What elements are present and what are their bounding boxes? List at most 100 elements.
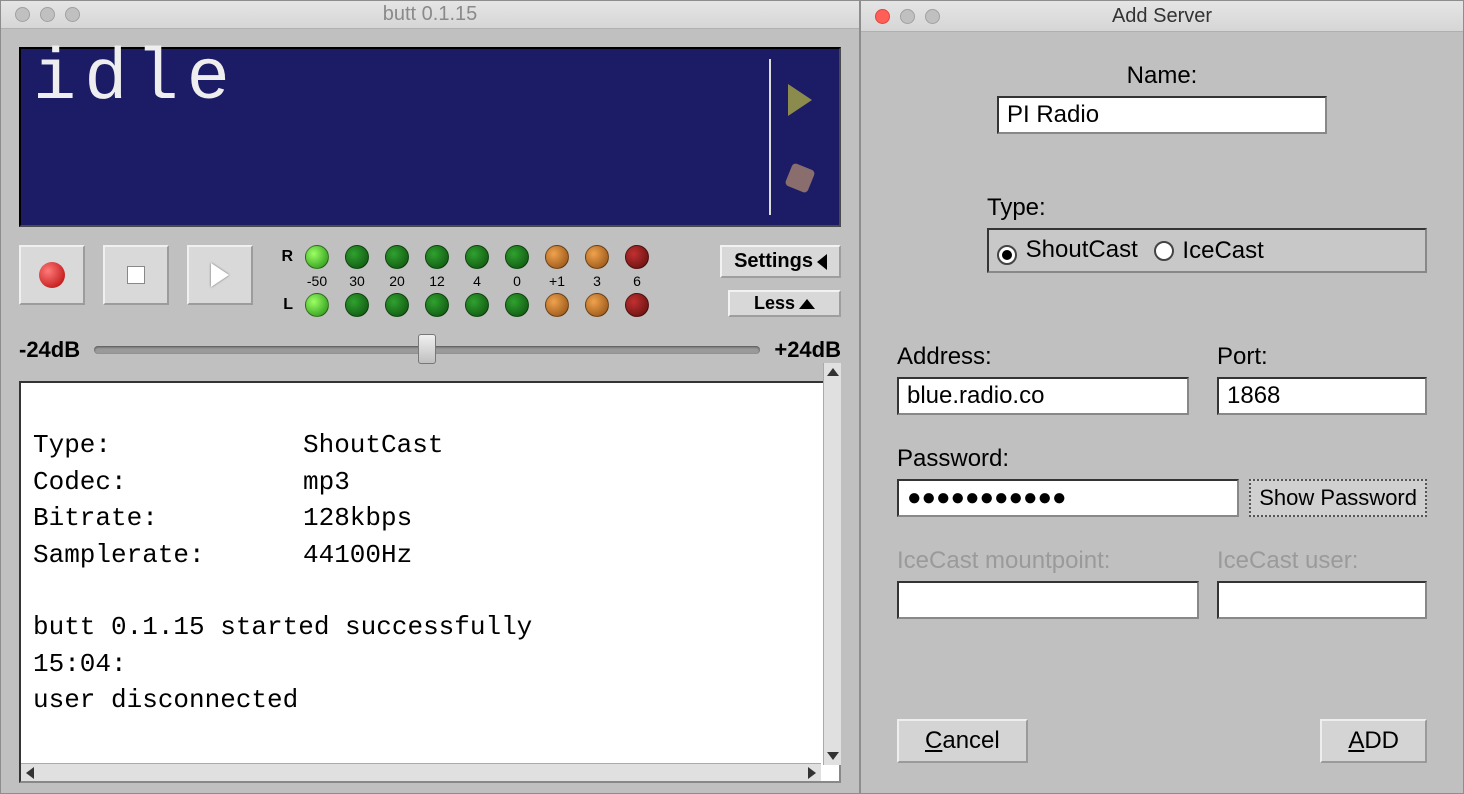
mountpoint-input[interactable] [897,581,1199,619]
meter-tick: 20 [379,273,415,289]
gain-min-label: -24dB [19,337,80,363]
gain-max-label: +24dB [774,337,841,363]
scroll-right-icon[interactable] [803,764,821,782]
log-val: 128kbps [303,500,809,536]
led-icon [585,245,609,269]
lcd-indicators [769,59,829,215]
close-icon[interactable] [15,7,30,22]
level-meter: R -50 30 20 12 4 0 +1 3 6 L [271,245,655,317]
add-button[interactable]: ADD [1320,719,1427,763]
log-key: Type: [33,427,303,463]
led-icon [625,245,649,269]
shoutcast-radio[interactable]: ShoutCast [997,236,1138,265]
led-icon [305,245,329,269]
led-icon [465,245,489,269]
log-line: butt 0.1.15 started successfully [33,612,532,642]
log-key: Bitrate: [33,500,303,536]
log-val: 44100Hz [303,537,809,573]
shoutcast-label: ShoutCast [1026,236,1138,263]
record-indicator-icon [784,162,815,193]
led-icon [545,245,569,269]
log-val: ShoutCast [303,427,809,463]
show-password-button[interactable]: Show Password [1249,479,1427,517]
minimize-icon[interactable] [900,9,915,24]
minimize-icon[interactable] [40,7,55,22]
add-server-dialog: Add Server Name: Type: ShoutCast IceCast… [860,0,1464,794]
slider-thumb-icon[interactable] [418,334,436,364]
scroll-left-icon[interactable] [21,764,39,782]
led-icon [585,293,609,317]
led-icon [505,245,529,269]
less-label: Less [754,293,795,314]
dialog-title: Add Server [861,5,1463,28]
meter-tick: 3 [579,273,615,289]
play-indicator-icon [788,84,812,116]
less-button[interactable]: Less [728,290,841,317]
gain-slider[interactable] [94,346,760,354]
meter-tick: 4 [459,273,495,289]
icecast-user-input[interactable] [1217,581,1427,619]
traffic-lights [875,9,940,24]
dialog-titlebar: Add Server [861,1,1463,32]
settings-label: Settings [734,250,813,273]
icecast-user-label: IceCast user: [1217,547,1427,575]
h-scrollbar[interactable] [21,763,821,781]
cancel-u: C [925,727,942,754]
main-window-title: butt 0.1.15 [1,3,859,26]
meter-channel-r: R [271,248,295,266]
scroll-down-icon[interactable] [824,747,842,765]
type-group: ShoutCast IceCast [987,228,1427,273]
add-u: A [1348,727,1364,754]
log-key: Samplerate: [33,537,303,573]
log-line: 15:04: [33,649,127,679]
icecast-label: IceCast [1182,237,1263,264]
name-label: Name: [1127,62,1198,90]
led-icon [345,245,369,269]
cancel-rest: ancel [942,727,999,754]
led-icon [425,245,449,269]
led-icon [465,293,489,317]
play-button[interactable] [187,245,253,305]
icecast-radio[interactable]: IceCast [1154,237,1264,265]
main-window: butt 0.1.15 idle R [0,0,860,794]
stop-icon [127,266,145,284]
meter-tick: +1 [539,273,575,289]
add-rest: DD [1364,727,1399,754]
status-display: idle [19,47,841,227]
led-icon [505,293,529,317]
zoom-icon[interactable] [65,7,80,22]
chevron-left-icon [817,254,827,270]
scroll-up-icon[interactable] [824,363,842,381]
meter-tick: 12 [419,273,455,289]
port-input[interactable] [1217,377,1427,415]
close-icon[interactable] [875,9,890,24]
port-label: Port: [1217,343,1427,371]
led-icon [385,293,409,317]
cancel-button[interactable]: Cancel [897,719,1028,763]
stop-button[interactable] [103,245,169,305]
log-output: Type:ShoutCastCodec:mp3Bitrate:128kbpsSa… [21,383,821,763]
chevron-up-icon [799,299,815,309]
record-button[interactable] [19,245,85,305]
meter-tick: -50 [299,273,335,289]
main-titlebar: butt 0.1.15 [1,1,859,29]
led-icon [385,245,409,269]
v-scrollbar[interactable] [823,363,841,765]
status-text: idle [21,43,250,225]
type-label: Type: [987,194,1427,222]
address-label: Address: [897,343,1189,371]
name-input[interactable] [997,96,1327,134]
log-key: Codec: [33,464,303,500]
password-input[interactable] [897,479,1239,517]
play-icon [211,263,229,287]
meter-channel-l: L [271,296,295,314]
radio-checked-icon [997,245,1017,265]
address-input[interactable] [897,377,1189,415]
led-icon [345,293,369,317]
meter-tick: 30 [339,273,375,289]
settings-button[interactable]: Settings [720,245,841,278]
log-val: mp3 [303,464,809,500]
led-icon [425,293,449,317]
zoom-icon[interactable] [925,9,940,24]
meter-tick: 6 [619,273,655,289]
